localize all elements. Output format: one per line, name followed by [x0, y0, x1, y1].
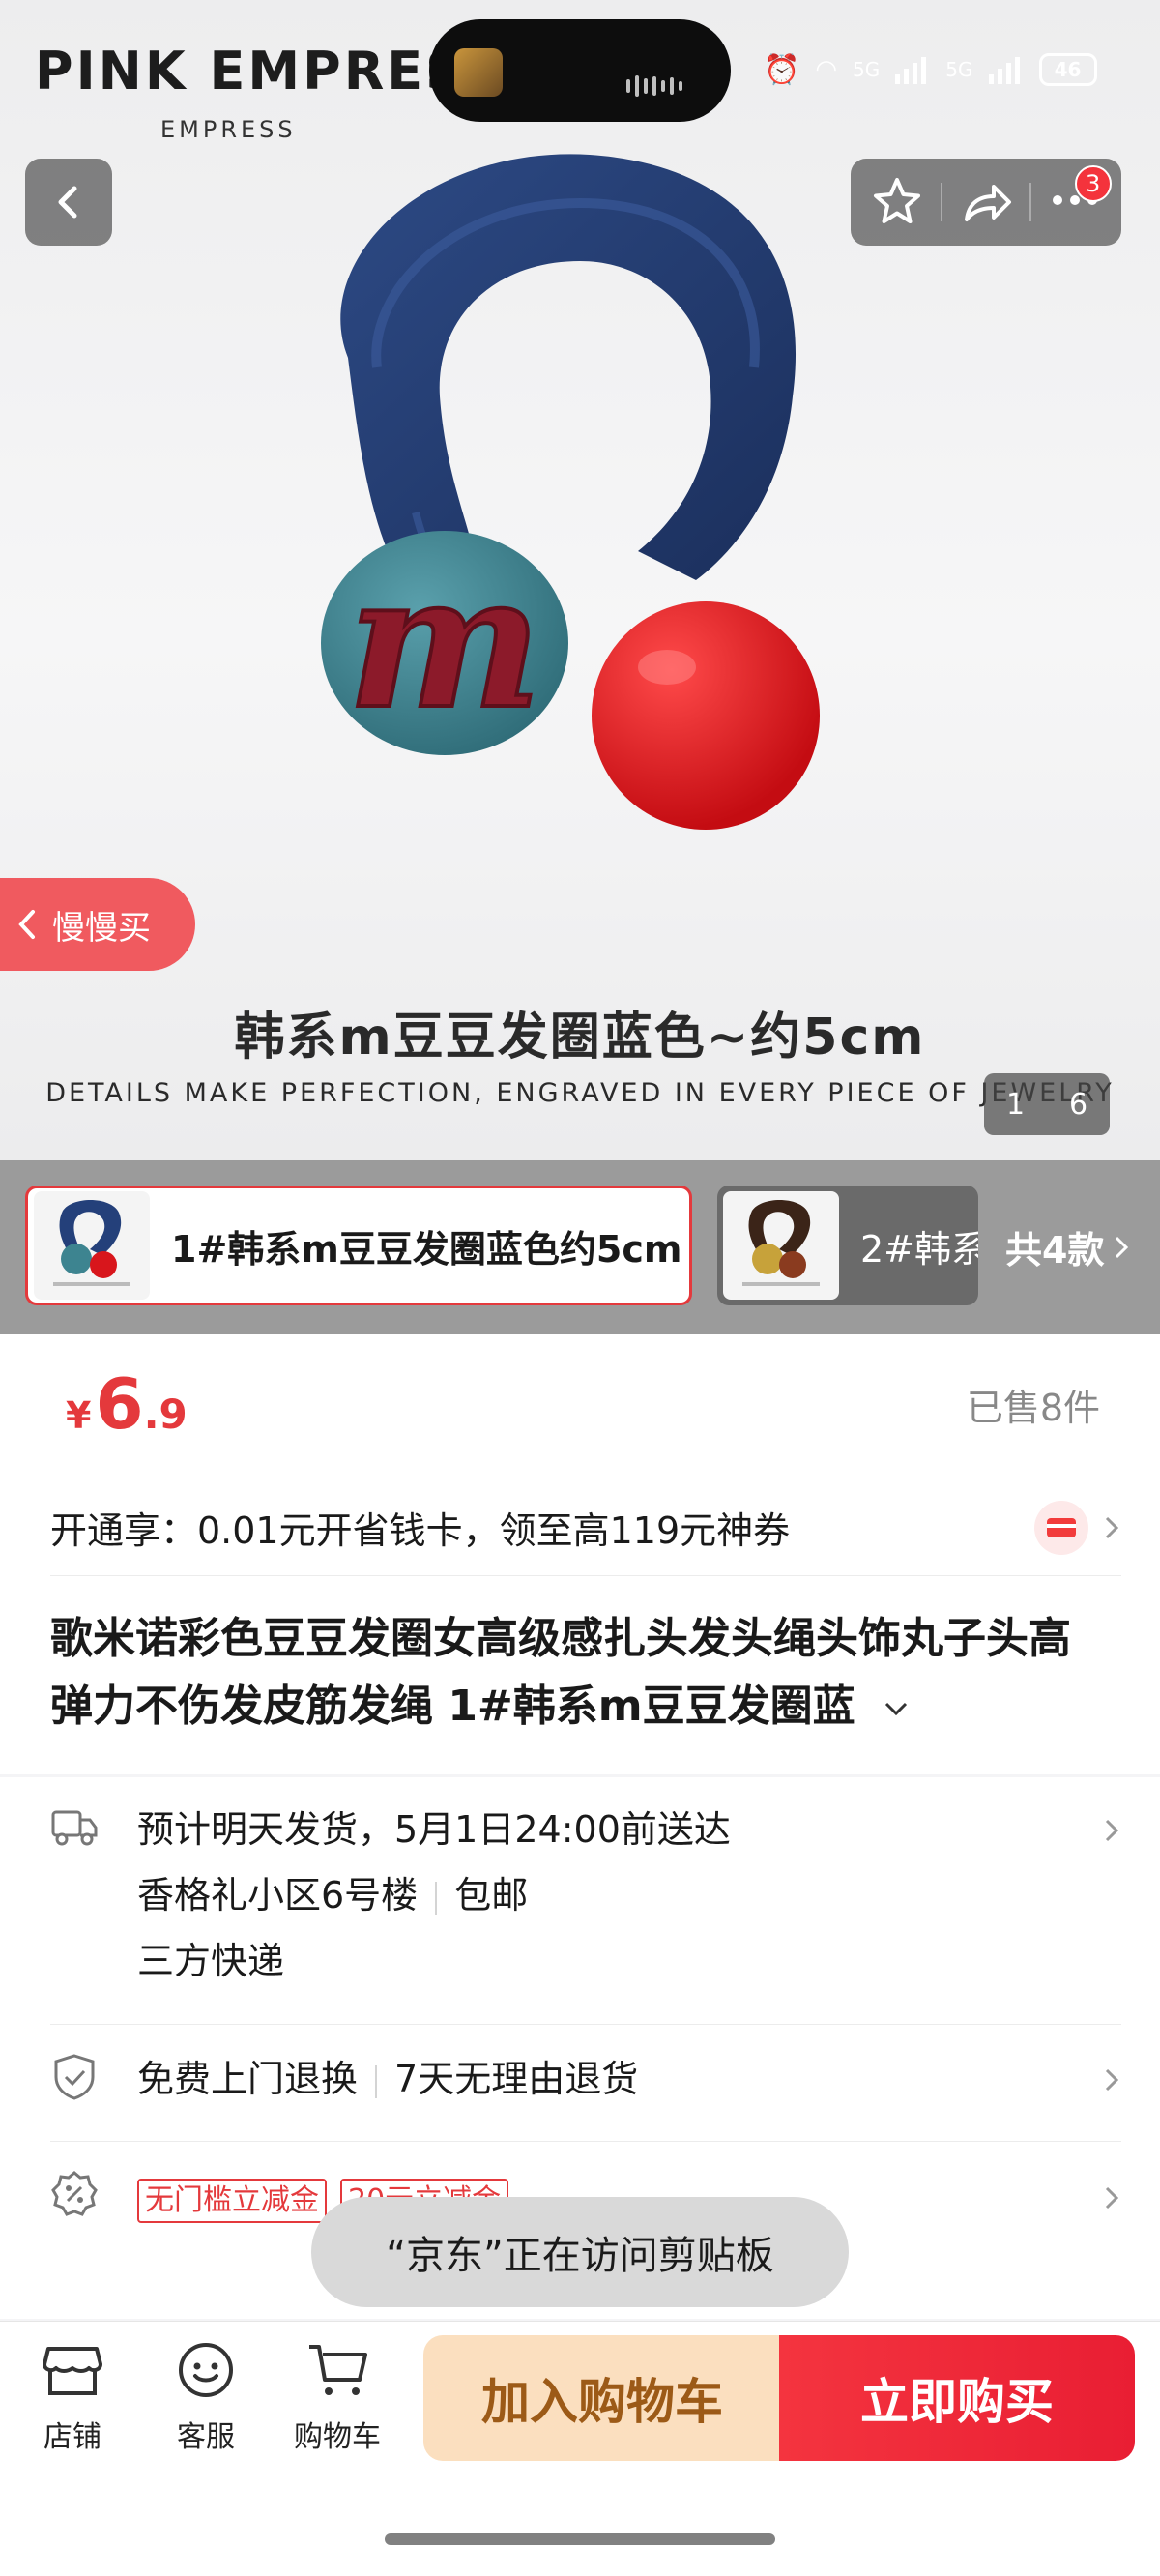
- store-button[interactable]: 店铺: [19, 2339, 126, 2455]
- variant-thumbnail: [34, 1191, 150, 1300]
- chevron-right-icon: [1105, 2068, 1119, 2092]
- membership-promo-row[interactable]: 开通享：0.01元开省钱卡，领至高119元神券: [50, 1479, 1121, 1576]
- price-section: ¥ 6 .9 已售8件 开通享：0.01元开省钱卡，领至高119元神券 歌米诺彩…: [0, 1334, 1160, 1774]
- truck-icon: [51, 1810, 98, 1846]
- clipboard-toast: “京东”正在访问剪贴板: [311, 2197, 849, 2307]
- battery-indicator: 46: [1038, 53, 1097, 86]
- divider: [435, 1881, 438, 1915]
- page-current: 1: [1005, 1087, 1026, 1122]
- price-integer: 6: [95, 1363, 144, 1445]
- variant-count-label: 共4款: [1005, 1229, 1105, 1272]
- product-title-text: 歌米诺彩色豆豆发圈女高级感扎头发头绳头饰丸子头高弹力不伤发皮筋发绳 1#韩系m豆…: [50, 1614, 1071, 1731]
- divider: [50, 2024, 1121, 2025]
- customer-service-icon: [179, 2343, 233, 2397]
- signal-icon-2: [988, 57, 1020, 84]
- home-indicator[interactable]: [385, 2533, 775, 2545]
- divider: [50, 2141, 1121, 2142]
- delivery-estimate: 预计明天发货，5月1日24:00前送达: [137, 1808, 731, 1851]
- image-page-indicator: 1 6: [984, 1073, 1110, 1135]
- carrier-label: 三方快递: [137, 1940, 285, 1982]
- variant-label: 1#韩系m豆豆发圈蓝色约5cm: [171, 1227, 682, 1271]
- dynamic-island: [429, 19, 731, 122]
- price-decimal: .9: [143, 1390, 188, 1438]
- page-total: 6: [1068, 1087, 1088, 1122]
- slow-buy-button[interactable]: 慢慢买: [0, 878, 195, 971]
- image-caption: 韩系m豆豆发圈蓝色~约5cm: [234, 1009, 926, 1067]
- shield-check-icon: [54, 2054, 95, 2100]
- promo-text: 开通享：0.01元开省钱卡，领至高119元神券: [50, 1509, 791, 1552]
- variant-option-selected[interactable]: 1#韩系m豆豆发圈蓝色约5cm: [25, 1186, 692, 1305]
- product-image: m: [321, 154, 820, 830]
- audio-wave-icon: [626, 75, 702, 97]
- network-5g-label-2: 5G: [945, 58, 973, 81]
- notification-badge: 3: [1074, 165, 1112, 202]
- customer-service-button[interactable]: 客服: [153, 2339, 259, 2455]
- seven-day-returns: 7天无理由退货: [394, 2058, 639, 2100]
- chevron-left-icon: [18, 910, 35, 939]
- card-icon: [1034, 1500, 1088, 1555]
- variant-count-link[interactable]: 共4款: [1005, 1220, 1131, 1273]
- slow-buy-label: 慢慢买: [52, 908, 151, 948]
- variant-thumbnail: [723, 1191, 839, 1300]
- price: ¥ 6 .9: [66, 1363, 188, 1445]
- chevron-down-icon: [884, 1702, 908, 1716]
- chevron-right-icon: [1116, 1236, 1129, 1258]
- status-bar: ⏰ ◠ 5G 5G 46: [764, 50, 1097, 89]
- brand-sub-text: EMPRESS: [160, 116, 297, 143]
- divider: [375, 2064, 378, 2098]
- coupon-tag: 无门槛立减金: [137, 2179, 327, 2223]
- share-icon[interactable]: [959, 175, 1013, 229]
- customer-service-label: 客服: [177, 2420, 235, 2454]
- shopping-cart-icon: [309, 2345, 367, 2395]
- free-shipping-label: 包邮: [454, 1874, 529, 1917]
- buy-now-button[interactable]: 立即购买: [779, 2335, 1135, 2461]
- chevron-right-icon: [1105, 1819, 1119, 1842]
- chevron-right-icon: [1105, 2186, 1119, 2210]
- top-action-group: 3: [851, 159, 1121, 246]
- wifi-icon: ◠: [815, 55, 838, 84]
- sold-count: 已售8件: [966, 1387, 1100, 1429]
- returns-row[interactable]: 免费上门退换 7天无理由退货: [50, 2046, 1121, 2112]
- favorite-star-icon[interactable]: [870, 175, 924, 229]
- divider: [1029, 183, 1031, 221]
- delivery-address: 香格礼小区6号楼: [137, 1874, 419, 1917]
- add-to-cart-button[interactable]: 加入购物车: [423, 2335, 781, 2461]
- media-thumbnail: [454, 48, 503, 97]
- discount-badge-icon: [51, 2171, 98, 2216]
- product-image-gallery[interactable]: PINK EMPRESS EMPRESS m ⏰ ◠ 5G 5G 46 3 慢慢…: [0, 0, 1160, 1160]
- variant-selector: 1#韩系m豆豆发圈蓝色约5cm 2#韩系 共4款: [0, 1160, 1160, 1334]
- back-button[interactable]: [25, 159, 112, 246]
- chevron-right-icon: [1105, 1516, 1119, 1538]
- svg-text:m: m: [347, 534, 541, 749]
- more-menu-button[interactable]: 3: [1048, 165, 1112, 231]
- divider: [941, 183, 943, 221]
- variant-option[interactable]: 2#韩系: [717, 1186, 978, 1305]
- alarm-icon: ⏰: [764, 52, 800, 87]
- variant-label: 2#韩系: [860, 1227, 978, 1271]
- signal-icon: [895, 57, 927, 84]
- store-label: 店铺: [44, 2420, 102, 2454]
- cart-button[interactable]: 购物车: [284, 2339, 391, 2455]
- product-title[interactable]: 歌米诺彩色豆豆发圈女高级感扎头发头绳头饰丸子头高弹力不伤发皮筋发绳 1#韩系m豆…: [50, 1605, 1110, 1741]
- network-5g-label-1: 5G: [853, 58, 881, 81]
- cart-label: 购物车: [294, 2420, 381, 2454]
- free-pickup-returns: 免费上门退换: [137, 2058, 359, 2100]
- price-currency: ¥: [66, 1394, 92, 1437]
- shipping-row[interactable]: 预计明天发货，5月1日24:00前送达 香格礼小区6号楼 包邮 三方快递: [50, 1797, 1121, 1994]
- chevron-left-icon: [58, 186, 77, 219]
- store-icon: [43, 2347, 102, 2395]
